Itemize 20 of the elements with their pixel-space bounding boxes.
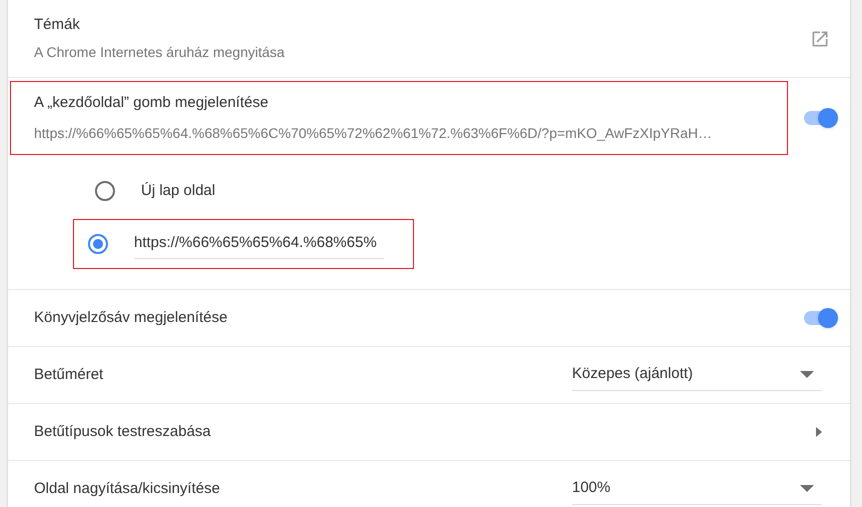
setting-label: Betűméret [34,364,104,385]
dropdown-caret-icon [800,371,814,378]
dropdown[interactable]: 100% [572,473,822,505]
external-link-icon[interactable] [810,28,830,48]
setting-description: https://%66%65%65%64.%68%65%6C%70%65%72%62%61%72.%63%6F%6D/?p=mKO_AwFzXIpYRaH… [34,124,713,143]
dropdown-caret-icon [800,485,814,492]
setting-label: Oldal nagyítása/kicsinyítése [34,478,220,499]
setting-description: A Chrome Internetes áruház megnyitása [34,43,286,62]
radio-button[interactable] [95,181,115,201]
radio-button[interactable] [88,234,108,254]
url-input-field[interactable]: https://%66%65%65%64.%68%65% [134,229,384,259]
setting-title: A „kezdőoldal” gomb megjelenítése [34,93,270,114]
setting-label: Könyvjelzősáv megjelenítése [34,308,228,328]
chevron-right-icon[interactable] [816,427,822,437]
setting-title: Témák [34,14,81,35]
toggle-switch[interactable] [802,308,838,328]
toggle-switch[interactable] [802,108,838,128]
radio-label: Új lap oldal [141,180,216,201]
setting-label: Betűtípusok testreszabása [34,422,211,442]
dropdown[interactable]: Közepes (ajánlott) [572,359,822,391]
